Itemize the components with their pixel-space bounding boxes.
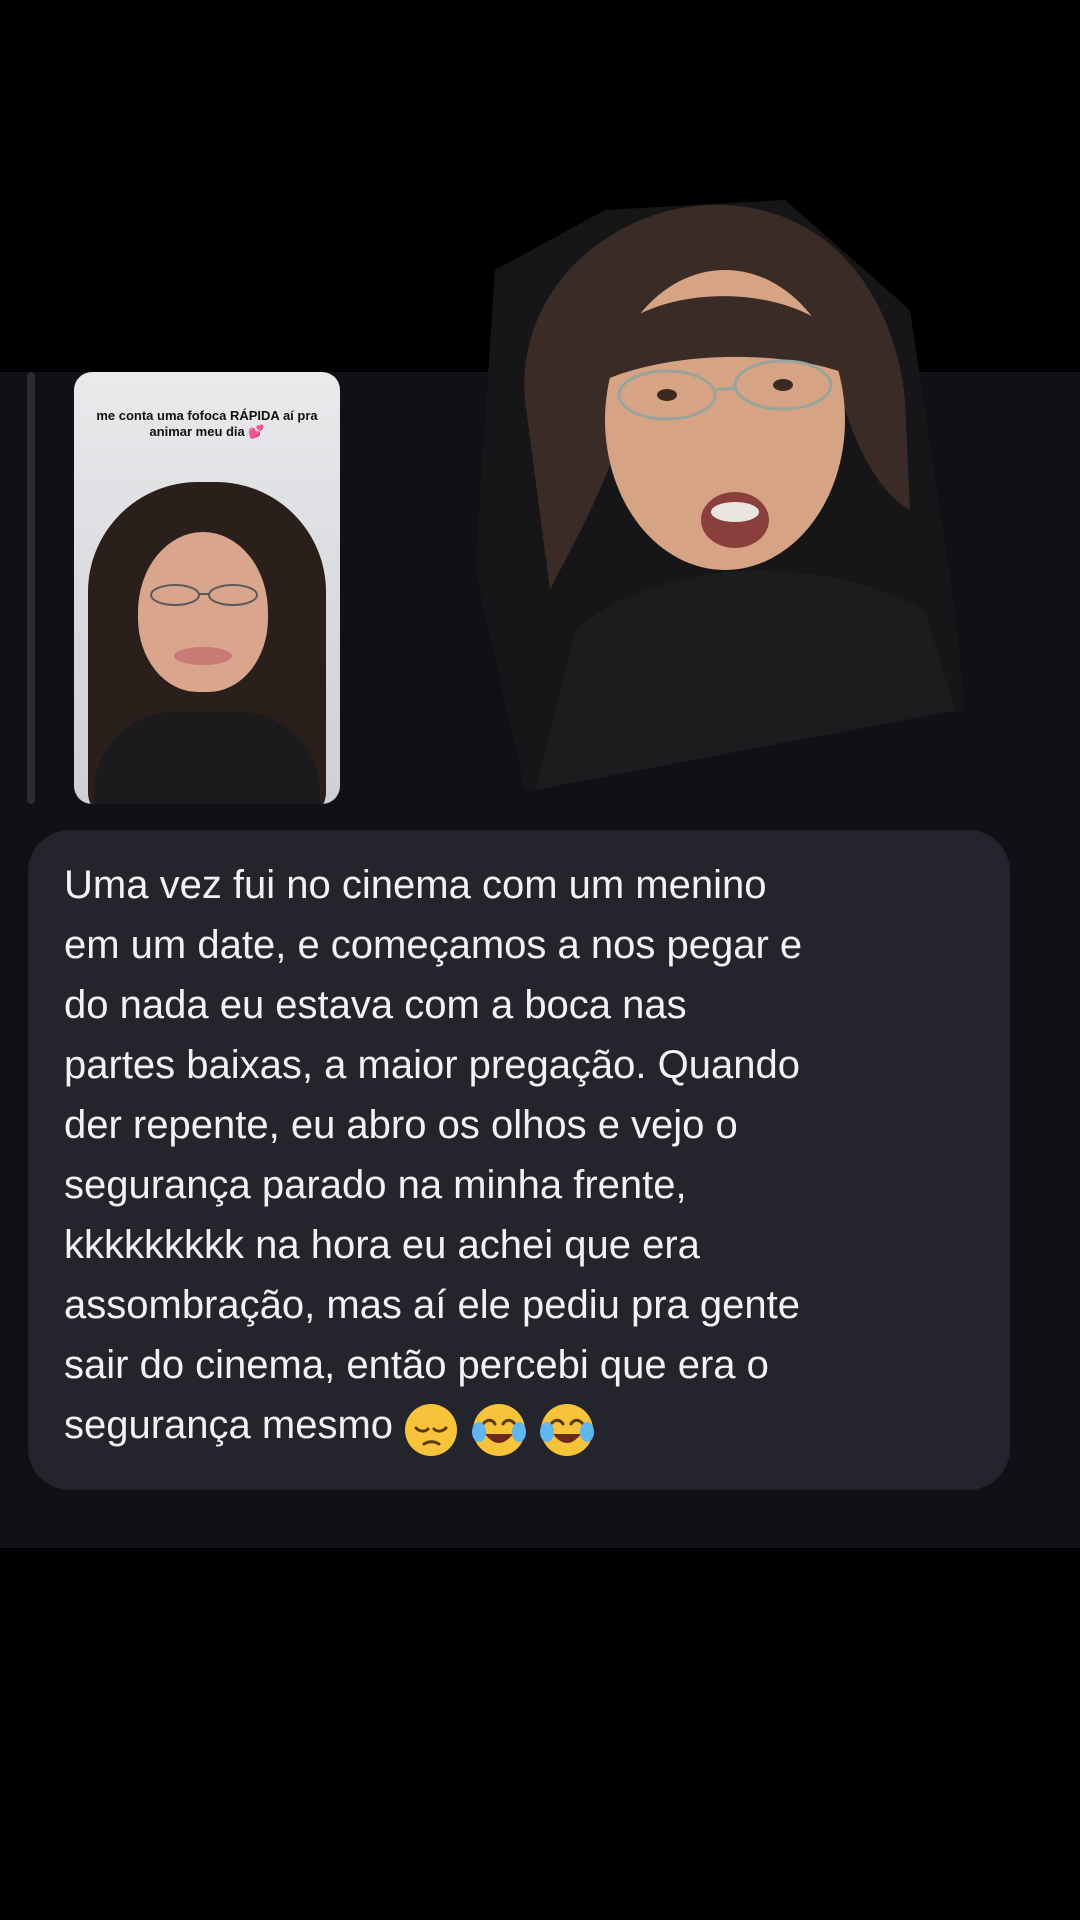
message-emojis: [403, 1397, 607, 1457]
person-sticker[interactable]: [455, 190, 975, 790]
story-reply-thumbnail[interactable]: me conta uma fofoca RÁPIDA aí pra animar…: [74, 372, 340, 804]
thumbnail-person-face: [138, 532, 268, 692]
message-bubble[interactable]: Uma vez fui no cinema com um menino em u…: [28, 830, 1010, 1490]
message-text: Uma vez fui no cinema com um menino em u…: [64, 855, 984, 1458]
pensive-face-icon: [405, 1403, 458, 1456]
message-body: Uma vez fui no cinema com um menino em u…: [64, 863, 803, 1447]
thumbnail-glasses: [150, 584, 258, 606]
thumbnail-lips: [174, 647, 232, 665]
story-caption: me conta uma fofoca RÁPIDA aí pra animar…: [96, 408, 318, 439]
face-with-tears-of-joy-icon: [540, 1403, 595, 1456]
thumbnail-shirt: [94, 712, 320, 804]
face-with-tears-of-joy-icon: [472, 1403, 527, 1456]
story-reply-indicator: [27, 372, 35, 804]
